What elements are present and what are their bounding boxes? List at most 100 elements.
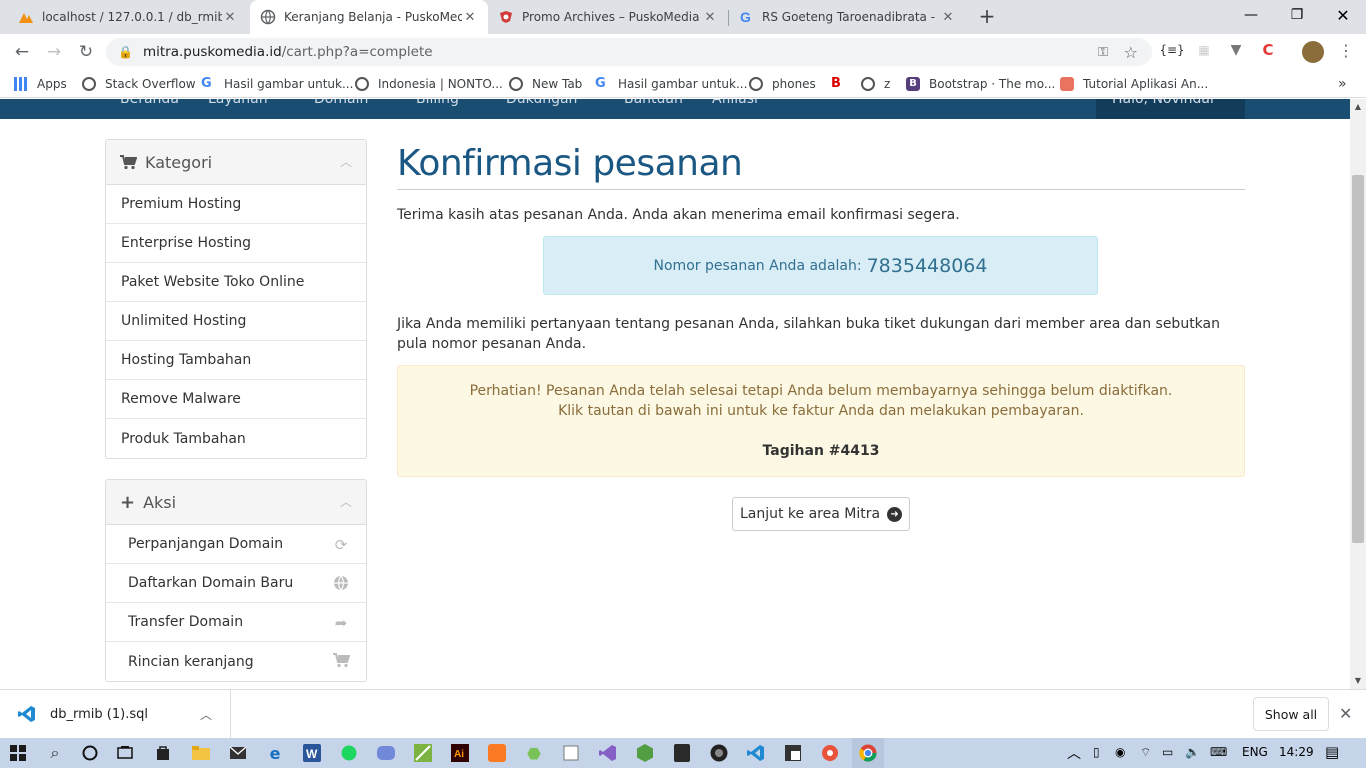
bookmark-new-tab[interactable]: New Tab [509, 75, 582, 93]
star-icon[interactable]: ☆ [1124, 43, 1138, 62]
task-view-icon[interactable] [114, 742, 136, 764]
bookmark-indonesia[interactable]: Indonesia | NONTO... [355, 75, 503, 93]
user-menu[interactable]: Halo, Novindar [1096, 99, 1245, 119]
notification-icon[interactable]: ▤ [1325, 743, 1339, 761]
nav-layanan[interactable]: Layanan [208, 99, 268, 107]
bookmark-bootstrap[interactable]: B Bootstrap · The mo... [906, 75, 1055, 93]
bookmark-tutorial[interactable]: Tutorial Aplikasi An... [1060, 75, 1208, 93]
scrollbar-thumb[interactable] [1352, 175, 1364, 543]
nav-domain[interactable]: Domain [314, 99, 368, 107]
kategori-item-produk-tambahan[interactable]: Produk Tambahan [106, 419, 366, 458]
profile-avatar[interactable] [1302, 41, 1324, 63]
close-icon[interactable]: ✕ [940, 10, 956, 25]
windows-start-icon[interactable] [7, 742, 29, 764]
kategori-item-premium-hosting[interactable]: Premium Hosting [106, 185, 366, 224]
notepad-plus-icon[interactable] [412, 742, 434, 764]
git-icon[interactable] [560, 742, 582, 764]
store-icon[interactable] [152, 742, 174, 764]
visual-studio-icon[interactable] [597, 742, 619, 764]
edge-icon[interactable]: e [264, 742, 286, 764]
wifi-icon[interactable]: ⌔ [1140, 745, 1151, 760]
kategori-header[interactable]: Kategori ︿ [106, 140, 366, 185]
keyboard-icon[interactable]: ⌨ [1210, 745, 1227, 759]
kategori-item-unlimited-hosting[interactable]: Unlimited Hosting [106, 302, 366, 341]
reload-button[interactable]: ↻ [72, 38, 100, 66]
discord-icon[interactable] [375, 742, 397, 764]
bookmark-stackoverflow[interactable]: Stack Overflow [82, 75, 196, 93]
power-icon[interactable]: ▭ [1162, 745, 1173, 759]
bookmark-hasil-gambar-1[interactable]: G Hasil gambar untuk... [201, 75, 353, 93]
address-bar[interactable]: 🔒 mitra.puskomedia.id/cart.php?a=complet… [106, 38, 1152, 66]
antivirus-icon[interactable]: ◉ [1115, 745, 1125, 759]
new-tab-button[interactable]: + [976, 5, 998, 27]
bookmark-z[interactable]: z [861, 75, 890, 93]
search-icon[interactable]: ⌕ [44, 742, 66, 764]
kategori-item-remove-malware[interactable]: Remove Malware [106, 380, 366, 419]
key-icon[interactable]: ⚿ [1098, 45, 1108, 60]
app-icon-orange[interactable] [819, 742, 841, 764]
kategori-item-paket-website[interactable]: Paket Website Toko Online [106, 263, 366, 302]
aksi-item-rincian-keranjang[interactable]: Rincian keranjang [106, 642, 366, 681]
close-icon[interactable]: ✕ [222, 10, 238, 25]
tab-phpmyadmin[interactable]: localhost / 127.0.0.1 / db_rmib | p ✕ [8, 0, 248, 34]
download-item[interactable]: db_rmib (1).sql ︿ [0, 690, 231, 738]
cortana-icon[interactable] [79, 742, 101, 764]
vscode-icon[interactable] [745, 742, 767, 764]
aksi-header[interactable]: + Aksi ︿ [106, 480, 366, 525]
nav-dukungan[interactable]: Dukungan [506, 99, 577, 107]
illustrator-icon[interactable]: Ai [449, 742, 471, 764]
nav-billing[interactable]: Billing [416, 99, 459, 107]
invoice-link[interactable]: Tagihan #4413 [398, 441, 1244, 461]
bookmark-apps[interactable]: Apps [14, 75, 67, 93]
bookmark-b[interactable]: B [831, 75, 854, 93]
epic-games-icon[interactable] [671, 742, 693, 764]
close-icon[interactable]: ✕ [462, 10, 478, 25]
nav-beranda[interactable]: Beranda [120, 99, 179, 107]
chrome-icon[interactable] [852, 738, 884, 768]
chevron-up-icon[interactable]: ︿ [340, 153, 352, 170]
word-icon[interactable]: W [301, 742, 323, 764]
spotify-icon[interactable] [338, 742, 360, 764]
tab-promo[interactable]: Promo Archives – PuskoMedia In ✕ [488, 0, 728, 34]
vuejs-icon[interactable]: ▼ [1226, 40, 1246, 60]
kategori-item-enterprise-hosting[interactable]: Enterprise Hosting [106, 224, 366, 263]
aksi-item-perpanjangan-domain[interactable]: Perpanjangan Domain ⟳ [106, 525, 366, 564]
bookmarks-more-button[interactable]: » [1338, 75, 1347, 93]
tab-rs-goeteng[interactable]: G RS Goeteng Taroenadibrata - Per ✕ [728, 0, 966, 34]
scroll-down-arrow-icon[interactable]: ▼ [1350, 673, 1366, 689]
forward-button[interactable]: → [40, 38, 68, 66]
close-download-bar-icon[interactable]: ✕ [1339, 704, 1352, 723]
show-all-button[interactable]: Show all [1253, 697, 1329, 731]
menu-icon[interactable]: ⋮ [1336, 40, 1356, 60]
chevron-up-icon[interactable]: ︿ [340, 493, 352, 510]
usb-icon[interactable]: ▯ [1093, 745, 1100, 759]
language-indicator[interactable]: ENG [1242, 745, 1268, 759]
minimize-button[interactable]: — [1228, 0, 1274, 30]
json-extension-icon[interactable]: {≡} [1159, 40, 1184, 60]
file-explorer-icon[interactable] [190, 742, 212, 764]
back-button[interactable]: ← [8, 38, 36, 66]
scroll-up-arrow-icon[interactable]: ▲ [1350, 99, 1366, 115]
nav-bantuan[interactable]: Bantuan [624, 99, 683, 107]
bookmark-phones[interactable]: phones [749, 75, 816, 93]
xampp-icon[interactable] [486, 742, 508, 764]
page-scrollbar[interactable]: ▲ ▼ [1350, 99, 1366, 689]
tray-chevron-up-icon[interactable]: ︿ [1067, 743, 1081, 763]
aksi-item-daftarkan-domain[interactable]: Daftarkan Domain Baru [106, 564, 366, 603]
nav-afiliasi[interactable]: Afiliasi [712, 99, 758, 107]
window-close-button[interactable]: ✕ [1320, 0, 1366, 30]
close-icon[interactable]: ✕ [702, 10, 718, 25]
nodejs-icon[interactable] [634, 742, 656, 764]
continue-button[interactable]: Lanjut ke area Mitra ➜ [732, 497, 910, 531]
tab-keranjang[interactable]: Keranjang Belanja - PuskoMedia ✕ [250, 0, 488, 34]
mail-icon[interactable] [227, 742, 249, 764]
extension-icon[interactable]: ▦ [1194, 40, 1214, 60]
aksi-item-transfer-domain[interactable]: Transfer Domain ➦ [106, 603, 366, 642]
sublime-icon[interactable] [782, 742, 804, 764]
c-extension-icon[interactable]: C [1258, 40, 1278, 60]
volume-icon[interactable]: 🔈 [1185, 745, 1200, 759]
obs-icon[interactable] [708, 742, 730, 764]
chevron-up-icon[interactable]: ︿ [200, 706, 212, 723]
kategori-item-hosting-tambahan[interactable]: Hosting Tambahan [106, 341, 366, 380]
android-studio-icon[interactable]: ⬣ [523, 742, 545, 764]
